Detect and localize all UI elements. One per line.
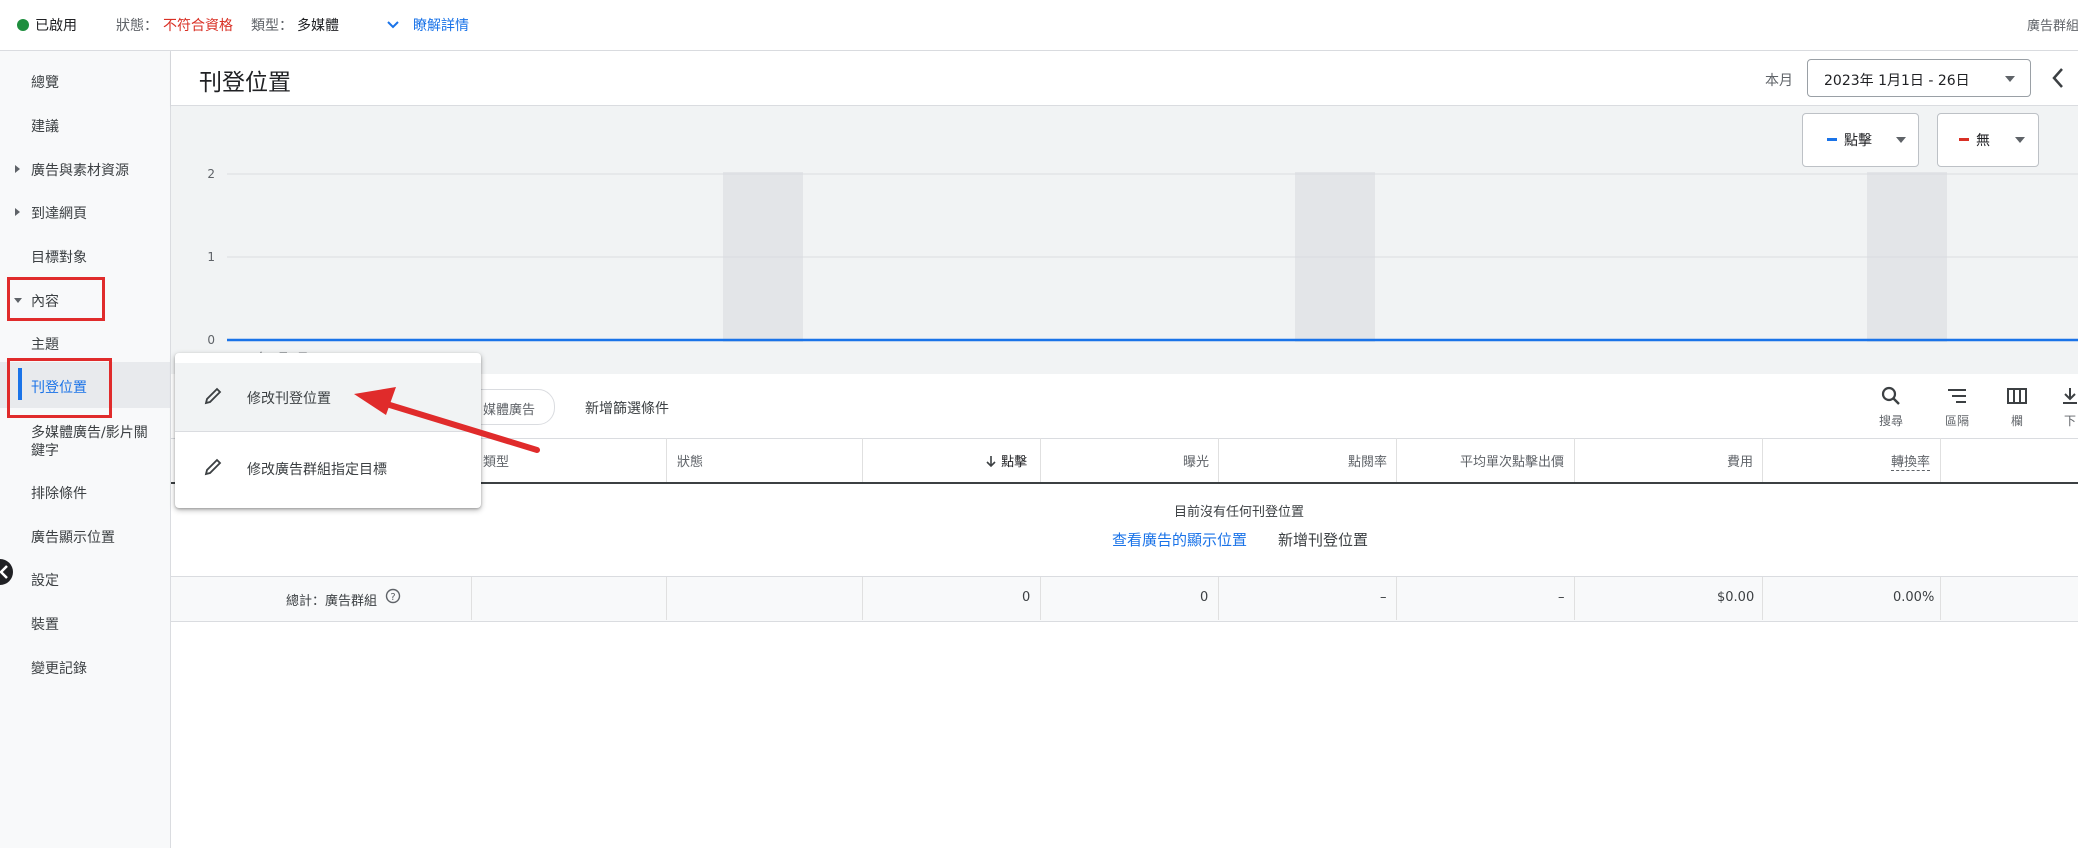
pencil-icon: [204, 458, 222, 476]
column-header-conv-rate[interactable]: 轉換率: [1891, 451, 1931, 471]
sidebar-item-overview[interactable]: 總覽: [0, 60, 170, 100]
ad-group-label: 廣告群組: [2027, 19, 2078, 34]
sidebar-item-settings[interactable]: 設定: [0, 558, 170, 598]
sidebar-item-label: 多媒體廣告/影片關鍵字: [31, 425, 148, 459]
download-tool-button[interactable]: 下: [2050, 385, 2078, 429]
sort-descending-icon: [986, 456, 996, 468]
type-prefix: 類型：: [251, 18, 293, 34]
add-filter-button[interactable]: 新增篩選條件: [585, 398, 669, 418]
metric-selector-clicks[interactable]: 點擊: [1802, 113, 1919, 167]
annotation-arrow: [354, 387, 540, 453]
sidebar-item-change-history[interactable]: 變更記錄: [0, 646, 170, 686]
legend-swatch: [1827, 138, 1837, 141]
chevron-down-icon[interactable]: [386, 18, 400, 32]
help-icon[interactable]: ?: [385, 588, 401, 604]
sidebar-item-devices[interactable]: 裝置: [0, 602, 170, 642]
sidebar-item-landing-pages[interactable]: 到達網頁: [0, 191, 170, 231]
segment-icon: [1948, 389, 1966, 403]
pencil-icon: [204, 387, 222, 405]
columns-tool-button[interactable]: 欄: [1989, 385, 2045, 429]
enabled-status-dot: [17, 19, 29, 31]
sidebar-item-label: 主題: [31, 337, 59, 353]
y-tick-label: 1: [207, 250, 215, 264]
download-icon: [2063, 388, 2077, 404]
search-tool-label: 搜尋: [1878, 414, 1903, 428]
column-header-cost[interactable]: 費用: [1727, 451, 1753, 470]
sidebar-item-label: 廣告與素材資源: [31, 163, 129, 179]
dropdown-arrow-icon: [1896, 137, 1906, 143]
page-header: 刊登位置 本月 2023年 1月1日 - 26日: [171, 51, 2078, 106]
column-header-ctr[interactable]: 點閱率: [1348, 451, 1387, 470]
menu-item-label: 修改刊登位置: [247, 391, 331, 407]
column-header-clicks[interactable]: 點擊: [985, 451, 1027, 470]
chart-panel: 2102023年1月1日: [171, 106, 2078, 374]
column-header-avg-cpc[interactable]: 平均單次點擊出價: [1460, 451, 1564, 470]
chevron-left-icon[interactable]: [2051, 67, 2065, 89]
sidebar: 總覽 建議 廣告與素材資源 到達網頁 目標對象 內容 主題 刊登位置 多媒體廣告…: [0, 51, 171, 848]
segment-tool-label: 區隔: [1944, 414, 1969, 428]
view-placements-link[interactable]: 查看廣告的顯示位置: [1112, 529, 1247, 550]
metric-selector-none[interactable]: 無: [1937, 113, 2039, 167]
y-tick-label: 2: [207, 167, 215, 181]
page-title: 刊登位置: [199, 70, 291, 96]
sidebar-item-where-ads-showed[interactable]: 廣告顯示位置: [0, 515, 170, 555]
period-label: 本月: [1765, 73, 1793, 89]
date-range-picker[interactable]: 2023年 1月1日 - 26日: [1807, 59, 2031, 97]
status-value: 不符合資格: [163, 18, 233, 34]
details-link[interactable]: 瞭解詳情: [413, 15, 469, 35]
download-tool-label: 下: [2063, 414, 2076, 428]
date-range-value: 2023年 1月1日 - 26日: [1824, 73, 1970, 89]
total-ctr: –: [1380, 590, 1387, 605]
search-icon: [1881, 386, 1900, 405]
sidebar-item-label: 建議: [31, 119, 59, 135]
type-value: 多媒體: [297, 18, 339, 34]
caret-right-icon: [15, 165, 20, 173]
dropdown-arrow-icon: [2015, 137, 2025, 143]
legend-swatch: [1959, 138, 1969, 141]
sidebar-item-label: 排除條件: [31, 486, 87, 502]
status-prefix: 狀態：: [116, 18, 158, 34]
sidebar-item-ads-assets[interactable]: 廣告與素材資源: [0, 148, 170, 188]
sidebar-item-topics[interactable]: 主題: [0, 322, 170, 362]
caret-right-icon: [15, 208, 20, 216]
table-total-row: [171, 576, 2078, 622]
columns-icon: [2007, 388, 2027, 404]
sidebar-item-exclusions[interactable]: 排除條件: [0, 471, 170, 511]
total-row-label: 總計：廣告群組: [286, 594, 378, 609]
highlight-box-placements: [7, 358, 112, 418]
column-header-clicks-label: 點擊: [1001, 455, 1028, 470]
total-avg-cpc: –: [1558, 590, 1565, 605]
y-tick-label: 0: [207, 333, 215, 347]
enabled-label: 已啟用: [35, 18, 77, 34]
add-placements-link[interactable]: 新增刊登位置: [1278, 529, 1368, 550]
sidebar-item-label: 總覽: [31, 75, 59, 91]
segment-tool-button[interactable]: 區隔: [1929, 385, 1985, 429]
sidebar-item-label: 廣告顯示位置: [31, 530, 115, 546]
metric-label: 無: [1976, 133, 1990, 149]
sidebar-item-label: 到達網頁: [31, 206, 87, 222]
sidebar-item-label: 變更記錄: [31, 661, 87, 677]
sidebar-item-label: 裝置: [31, 617, 59, 633]
sidebar-item-label: 目標對象: [31, 250, 87, 266]
sidebar-item-audiences[interactable]: 目標對象: [0, 235, 170, 275]
total-clicks: 0: [1022, 590, 1031, 605]
sidebar-item-display-video-keywords[interactable]: 多媒體廣告/影片關鍵字: [0, 419, 170, 469]
column-header-status[interactable]: 狀態: [677, 451, 703, 470]
column-header-impressions[interactable]: 曝光: [1183, 451, 1209, 470]
total-impressions: 0: [1200, 590, 1209, 605]
dropdown-arrow-icon: [2005, 76, 2015, 82]
status-bar: 已啟用 狀態： 不符合資格 類型： 多媒體 瞭解詳情 廣告群組: [0, 0, 2078, 51]
sidebar-item-recommendations[interactable]: 建議: [0, 104, 170, 144]
columns-tool-label: 欄: [2010, 414, 2023, 428]
highlight-box-content: [7, 277, 105, 321]
sidebar-item-label: 設定: [31, 573, 59, 589]
svg-text:?: ?: [390, 592, 395, 603]
empty-state-message: 目前沒有任何刊登位置: [1173, 505, 1304, 520]
metric-label: 點擊: [1844, 133, 1872, 149]
search-tool-button[interactable]: 搜尋: [1863, 385, 1919, 429]
chevron-left-icon: [0, 565, 8, 579]
total-conv-rate: 0.00%: [1893, 590, 1935, 605]
performance-chart: 2102023年1月1日: [207, 167, 2078, 365]
total-cost: $0.00: [1717, 590, 1755, 605]
